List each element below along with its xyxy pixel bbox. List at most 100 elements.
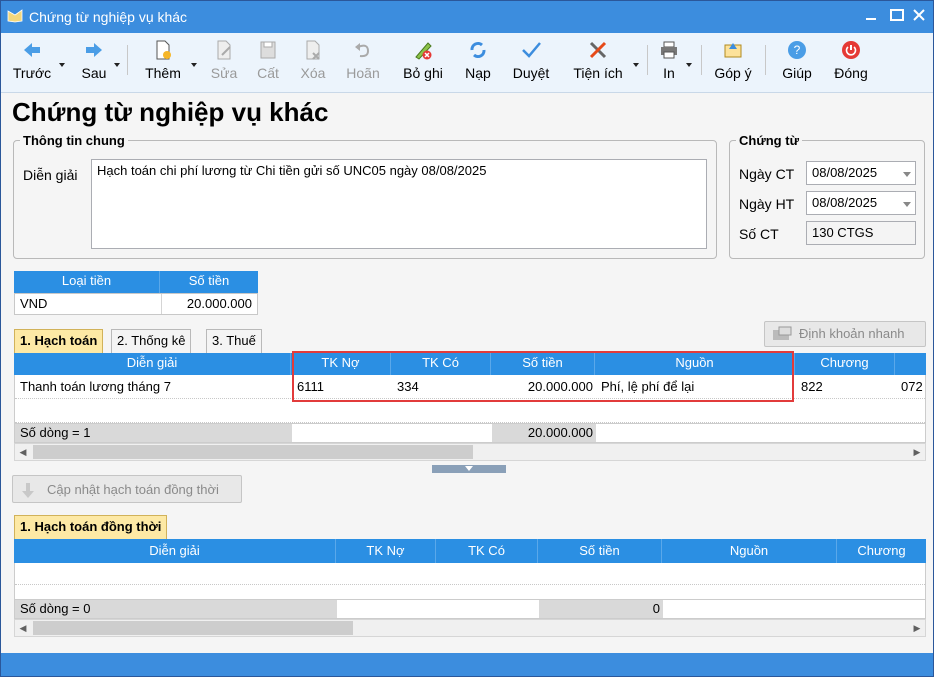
chevron-down-icon[interactable]	[59, 63, 65, 67]
edit-button[interactable]: Sửa	[209, 39, 239, 81]
row-extra-cell[interactable]: 072	[898, 377, 926, 397]
chevron-down-icon[interactable]	[686, 63, 692, 67]
grid2-col-amount: Số tiền	[538, 539, 662, 563]
description-field[interactable]: Hạch toán chi phí lương từ Chi tiền gửi …	[91, 159, 707, 249]
tools-icon	[589, 41, 607, 59]
description-label: Diễn giải	[23, 167, 78, 183]
date-ht-field[interactable]: 08/08/2025	[806, 191, 916, 215]
close-icon	[913, 9, 925, 21]
app-icon	[7, 9, 23, 23]
chevron-down-icon[interactable]	[114, 63, 120, 67]
cut-button[interactable]: Cất	[255, 39, 281, 81]
date-ct-label: Ngày CT	[739, 166, 795, 182]
prev-button[interactable]: Trước	[11, 39, 53, 81]
arrow-left-icon	[24, 43, 40, 57]
scroll-left-icon[interactable]: ◀	[15, 444, 31, 460]
voucher-no-label: Số CT	[739, 226, 779, 242]
grid1-col-chapter: Chương	[795, 353, 895, 375]
scroll-thumb[interactable]	[33, 621, 353, 635]
grid2-col-desc: Diễn giải	[14, 539, 336, 563]
approve-label: Duyệt	[512, 65, 550, 81]
app-window: Chứng từ nghiệp vụ khác Trước Sau Thêm S…	[0, 0, 934, 677]
chevron-down-icon[interactable]	[633, 63, 639, 67]
arrow-right-icon	[86, 43, 102, 57]
grid2-scrollbar[interactable]: ◀ ▶	[14, 619, 926, 637]
reload-label: Nạp	[465, 65, 491, 81]
toolbar: Trước Sau Thêm Sửa Cất Xóa Hoãn Bỏ ghi N…	[1, 33, 933, 93]
add-label: Thêm	[145, 65, 181, 81]
hand-down-icon	[22, 483, 34, 498]
tab-hach-toan[interactable]: 1. Hạch toán	[14, 329, 104, 353]
grid2-footer: Số dòng = 0 0	[14, 599, 926, 619]
cut-label: Cất	[257, 65, 279, 81]
approve-button[interactable]: Duyệt	[511, 39, 551, 81]
unpost-button[interactable]: Bỏ ghi	[401, 39, 445, 81]
currency-amount-cell[interactable]: 20.000.000	[184, 294, 255, 314]
update-concurrent-button[interactable]: Cập nhật hạch toán đồng thời	[12, 475, 242, 503]
help-icon: ?	[788, 41, 806, 59]
delete-button[interactable]: Xóa	[299, 39, 327, 81]
chevron-down-icon[interactable]	[191, 63, 197, 67]
edit-label: Sửa	[210, 65, 238, 81]
reload-button[interactable]: Nạp	[463, 39, 493, 81]
general-info-legend: Thông tin chung	[23, 133, 125, 148]
scroll-right-icon[interactable]: ▶	[909, 620, 925, 636]
separator	[765, 45, 766, 75]
unpost-label: Bỏ ghi	[403, 65, 443, 81]
feedback-button[interactable]: Góp ý	[713, 39, 753, 81]
row-desc-cell[interactable]: Thanh toán lương tháng 7	[17, 377, 174, 397]
scroll-left-icon[interactable]: ◀	[15, 620, 31, 636]
prev-label: Trước	[12, 65, 52, 81]
quick-entry-label: Định khoản nhanh	[799, 326, 905, 341]
voucher-no-field[interactable]: 130 CTGS	[806, 221, 916, 245]
currency-type-cell[interactable]: VND	[17, 294, 50, 314]
power-icon	[842, 41, 860, 59]
undo-icon	[355, 43, 370, 58]
table-row-empty[interactable]	[15, 563, 925, 585]
grid2-col-credit: TK Có	[436, 539, 538, 563]
window-title: Chứng từ nghiệp vụ khác	[29, 9, 188, 25]
quick-entry-button[interactable]: Định khoản nhanh	[764, 321, 926, 347]
grid2-col-debit: TK Nợ	[336, 539, 436, 563]
undo-button[interactable]: Hoãn	[343, 39, 383, 81]
tab-hach-toan-dong-thoi[interactable]: 1. Hạch toán đồng thời	[14, 515, 168, 539]
table-row-empty[interactable]	[15, 399, 925, 423]
date-ht-label: Ngày HT	[739, 196, 795, 212]
next-button[interactable]: Sau	[79, 39, 109, 81]
help-label: Giúp	[782, 65, 812, 81]
print-label: In	[663, 65, 675, 81]
print-button[interactable]: In	[657, 39, 681, 81]
refresh-icon	[470, 42, 486, 58]
scroll-right-icon[interactable]: ▶	[909, 444, 925, 460]
chevron-down-icon[interactable]	[903, 172, 911, 177]
feedback-icon	[724, 43, 742, 58]
utilities-button[interactable]: Tiện ích	[571, 39, 625, 81]
edit-icon	[217, 40, 231, 60]
date-ht-value: 08/08/2025	[812, 195, 878, 210]
separator	[647, 45, 648, 75]
currency-col-amount: Số tiền	[188, 273, 230, 288]
currency-row[interactable]: VND 20.000.000	[14, 293, 258, 315]
chevron-down-icon[interactable]	[903, 202, 911, 207]
add-button[interactable]: Thêm	[141, 39, 185, 81]
help-button[interactable]: ? Giúp	[779, 39, 815, 81]
close-window-button[interactable]	[907, 5, 931, 29]
row-chapter-cell[interactable]: 822	[798, 377, 826, 397]
new-document-icon	[156, 40, 171, 60]
grid1-scrollbar[interactable]: ◀ ▶	[14, 443, 926, 461]
page-title: Chứng từ nghiệp vụ khác	[12, 97, 329, 127]
quick-entry-icon	[773, 326, 792, 340]
maximize-button[interactable]	[885, 5, 909, 29]
divider	[161, 294, 162, 314]
feedback-label: Góp ý	[714, 65, 752, 81]
tab-thue[interactable]: 3. Thuế	[206, 329, 262, 353]
minimize-button[interactable]	[859, 5, 883, 29]
printer-icon	[661, 41, 677, 59]
date-ct-field[interactable]: 08/08/2025	[806, 161, 916, 185]
grid1-col-extra	[895, 353, 926, 375]
grid1-total: 20.000.000	[527, 425, 593, 440]
tab-thong-ke[interactable]: 2. Thống kê	[111, 329, 192, 353]
scroll-thumb[interactable]	[33, 445, 473, 459]
close-button[interactable]: Đóng	[831, 39, 871, 81]
splitter-handle[interactable]	[432, 465, 506, 473]
